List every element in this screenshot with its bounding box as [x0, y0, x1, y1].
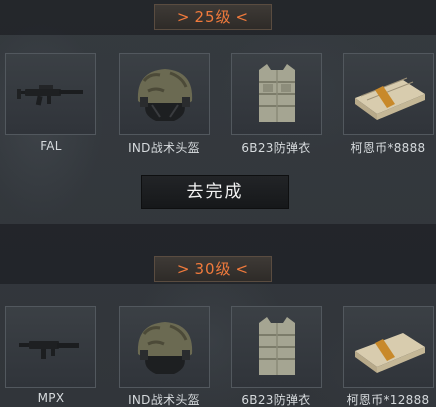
reward-label: 6B23防弹衣 — [241, 393, 311, 407]
reward-label: MPX — [37, 391, 65, 405]
reward-label: IND战术头盔 — [128, 141, 200, 155]
cash-bundle-icon — [344, 307, 433, 387]
body-armor-icon — [232, 54, 321, 134]
reward-card[interactable] — [343, 53, 434, 135]
helmet-icon — [120, 307, 209, 387]
reward-card[interactable] — [119, 306, 210, 388]
smg-icon — [6, 307, 95, 387]
reward-card[interactable] — [231, 306, 322, 388]
reward-card[interactable] — [231, 53, 322, 135]
reward-card[interactable] — [5, 306, 96, 388]
level-label: 25级 — [194, 8, 232, 26]
reward-label: 柯恩币*12888 — [346, 393, 430, 407]
right-arrow-glyph: < — [235, 8, 250, 26]
level-label: 30级 — [194, 260, 232, 278]
left-arrow-glyph: > — [176, 8, 191, 26]
level-tag-25: >25级 < — [154, 4, 272, 30]
reward-card[interactable] — [119, 53, 210, 135]
reward-label: 柯恩币*8888 — [350, 141, 426, 155]
reward-label: FAL — [40, 139, 62, 153]
helmet-icon — [120, 54, 209, 134]
cash-bundle-icon — [344, 54, 433, 134]
left-arrow-glyph: > — [176, 260, 191, 278]
go-complete-button[interactable]: 去完成 — [141, 175, 289, 209]
reward-label: IND战术头盔 — [128, 393, 200, 407]
reward-card[interactable] — [343, 306, 434, 388]
body-armor-icon — [232, 307, 321, 387]
right-arrow-glyph: < — [235, 260, 250, 278]
level-tag-30: >30级 < — [154, 256, 272, 282]
rifle-icon — [6, 54, 95, 134]
reward-card[interactable] — [5, 53, 96, 135]
reward-label: 6B23防弹衣 — [241, 141, 311, 155]
